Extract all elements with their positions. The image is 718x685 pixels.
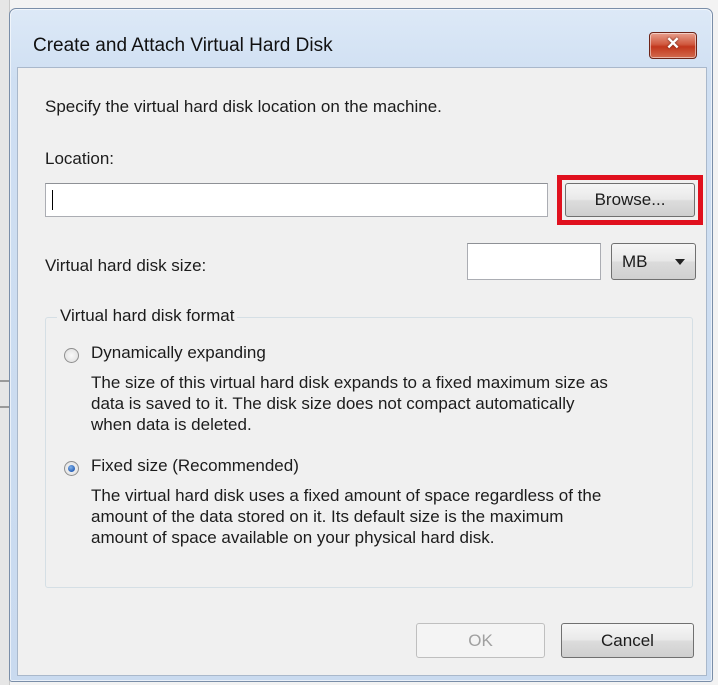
fixed-size-radio[interactable] bbox=[64, 461, 79, 476]
location-input[interactable] bbox=[45, 183, 548, 217]
dialog-body: Specify the virtual hard disk location o… bbox=[17, 67, 707, 676]
description-line: amount of space available on your physic… bbox=[91, 528, 495, 547]
size-input[interactable] bbox=[467, 243, 601, 280]
title-bar: Create and Attach Virtual Hard Disk ✕ bbox=[10, 9, 710, 59]
dialog-title: Create and Attach Virtual Hard Disk bbox=[33, 35, 333, 56]
size-label: Virtual hard disk size: bbox=[45, 256, 207, 275]
close-icon: ✕ bbox=[665, 34, 681, 53]
location-label: Location: bbox=[45, 149, 114, 168]
text-caret bbox=[52, 190, 53, 210]
cancel-button[interactable]: Cancel bbox=[561, 623, 694, 658]
close-button[interactable]: ✕ bbox=[649, 32, 697, 59]
browse-button[interactable]: Browse... bbox=[565, 183, 695, 217]
description-line: when data is deleted. bbox=[91, 415, 252, 434]
description-line: amount of the data stored on it. Its def… bbox=[91, 507, 564, 526]
edge-marker bbox=[0, 406, 9, 408]
description-line: The virtual hard disk uses a fixed amoun… bbox=[91, 486, 602, 505]
format-group-label: Virtual hard disk format bbox=[57, 306, 238, 326]
edge-marker bbox=[0, 380, 9, 382]
fixed-size-option-description: The virtual hard disk uses a fixed amoun… bbox=[91, 485, 601, 548]
instruction-text: Specify the virtual hard disk location o… bbox=[45, 97, 442, 116]
dynamic-option-description: The size of this virtual hard disk expan… bbox=[91, 372, 608, 435]
fixed-size-option-label[interactable]: Fixed size (Recommended) bbox=[91, 456, 299, 476]
description-line: The size of this virtual hard disk expan… bbox=[91, 373, 608, 392]
unit-select-value: MB bbox=[622, 252, 648, 271]
description-line: data is saved to it. The disk size does … bbox=[91, 394, 575, 413]
unit-select[interactable]: MB bbox=[611, 243, 696, 280]
chevron-down-icon bbox=[675, 259, 685, 265]
dynamic-radio[interactable] bbox=[64, 348, 79, 363]
dialog-window: Create and Attach Virtual Hard Disk ✕ Sp… bbox=[9, 8, 713, 682]
dynamic-option-label[interactable]: Dynamically expanding bbox=[91, 343, 266, 363]
ok-button[interactable]: OK bbox=[416, 623, 545, 658]
